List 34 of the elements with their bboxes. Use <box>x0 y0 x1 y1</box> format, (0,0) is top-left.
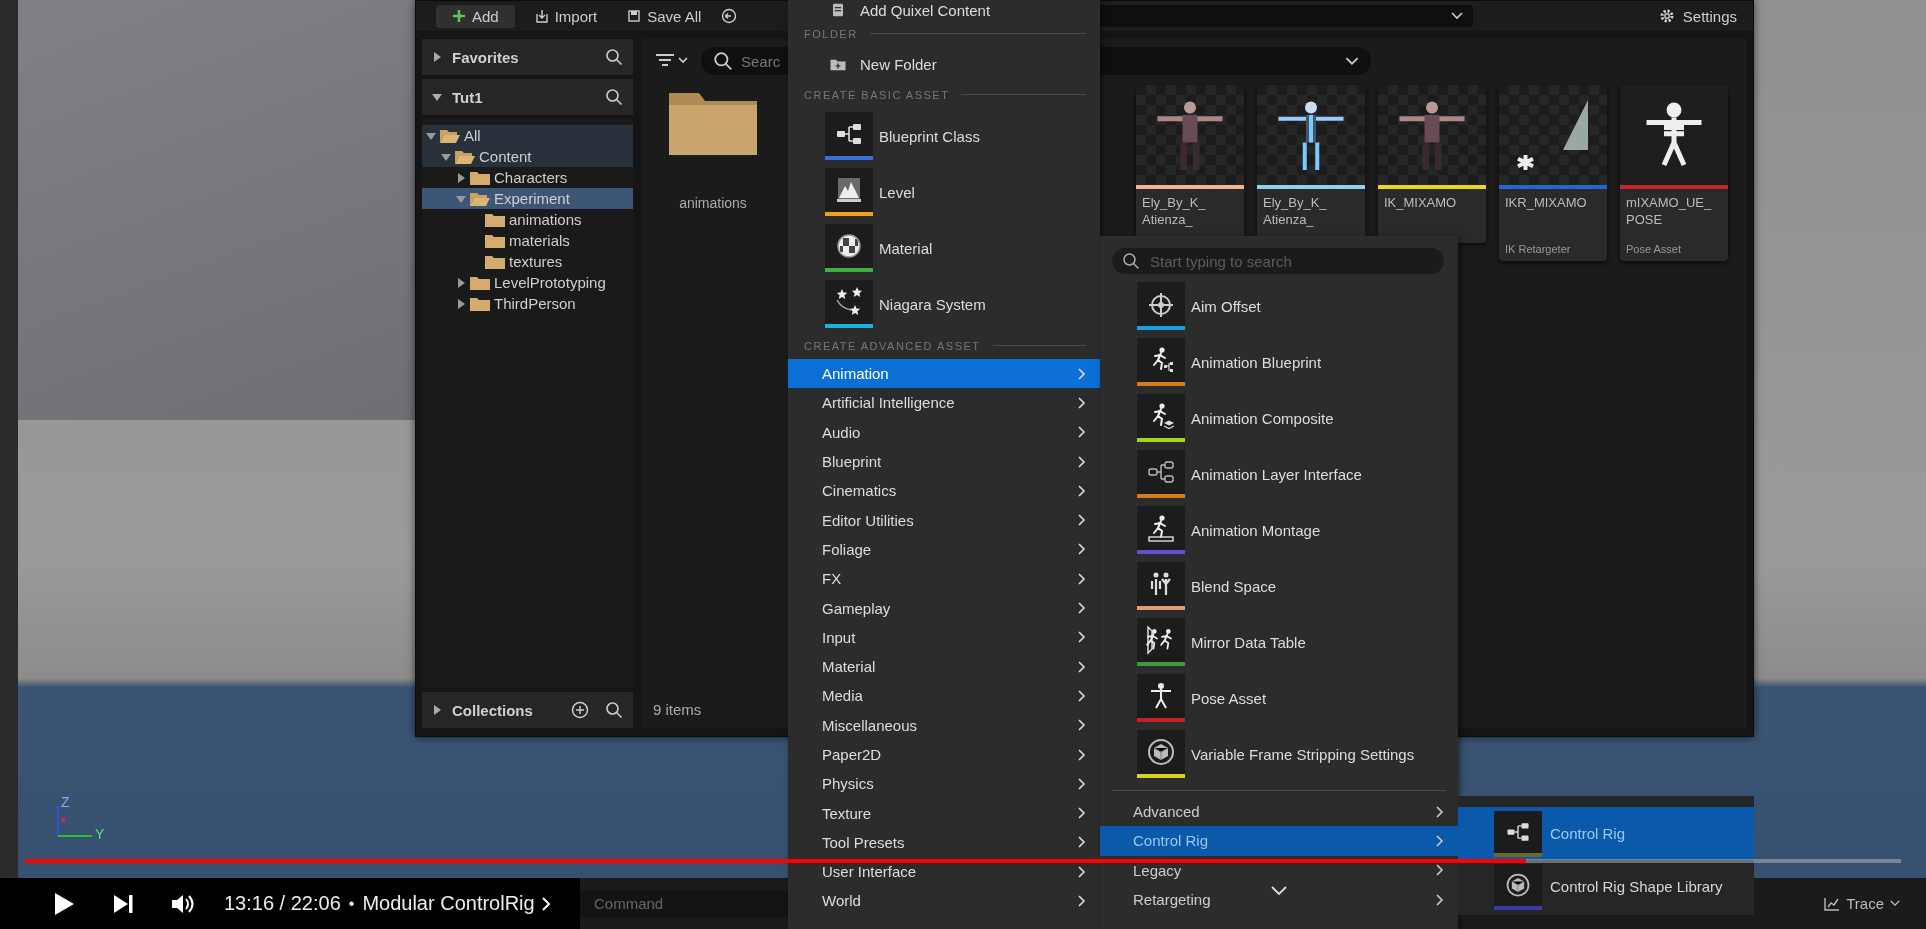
menu-item-label: Blueprint Class <box>879 127 980 145</box>
menu-item-label: Variable Frame Stripping Settings <box>1191 745 1415 763</box>
panel-title: Favorites <box>452 48 519 66</box>
menu-item-label: Aim Offset <box>1191 297 1261 315</box>
menu-item-label: Control Rig <box>1550 825 1626 842</box>
section-header: FOLDER <box>804 27 858 40</box>
asset-type: IK Retargeter <box>1504 243 1572 257</box>
menu-item-label: Level <box>879 183 915 201</box>
axis-label: Z <box>61 794 70 810</box>
section-header: CREATE ADVANCED ASSET <box>804 339 981 352</box>
asset-name: IKR_MIXAMO <box>1504 194 1588 212</box>
menu-item-label: Niagara System <box>879 295 986 313</box>
asset-name: Ely_By_K_ Atienza_ <box>1262 194 1328 229</box>
separator-dot: • <box>348 894 355 913</box>
menu-item-label: Pose Asset <box>1191 689 1267 707</box>
menu-item-label: Material <box>879 239 933 257</box>
menu-item-label: Mirror Data Table <box>1191 633 1306 651</box>
menu-item-label: Animation Blueprint <box>1191 353 1322 371</box>
panel-title: Collections <box>452 701 533 719</box>
asset-name: Ely_By_K_ Atienza_ <box>1141 194 1207 229</box>
asset-type: Pose Asset <box>1625 243 1683 257</box>
video-time: 13:16 / 22:06 <box>224 892 341 915</box>
asset-name: mIXAMO_UE_ POSE <box>1625 194 1713 229</box>
asset-name: IK_MIXAMO <box>1383 194 1458 212</box>
section-header: CREATE BASIC ASSET <box>804 88 950 101</box>
item-count: 9 items <box>653 701 702 718</box>
menu-item-label: Blend Space <box>1191 577 1277 595</box>
menu-item-label: Control Rig Shape Library <box>1550 878 1723 895</box>
panel-title: Tut1 <box>452 88 483 106</box>
menu-item-label: Animation Montage <box>1191 521 1321 539</box>
menu-item-label: Animation Layer Interface <box>1191 465 1362 483</box>
axis-label: Y <box>95 826 105 842</box>
menu-item-label: Animation Composite <box>1191 409 1334 427</box>
folder-label: animations <box>679 195 747 211</box>
